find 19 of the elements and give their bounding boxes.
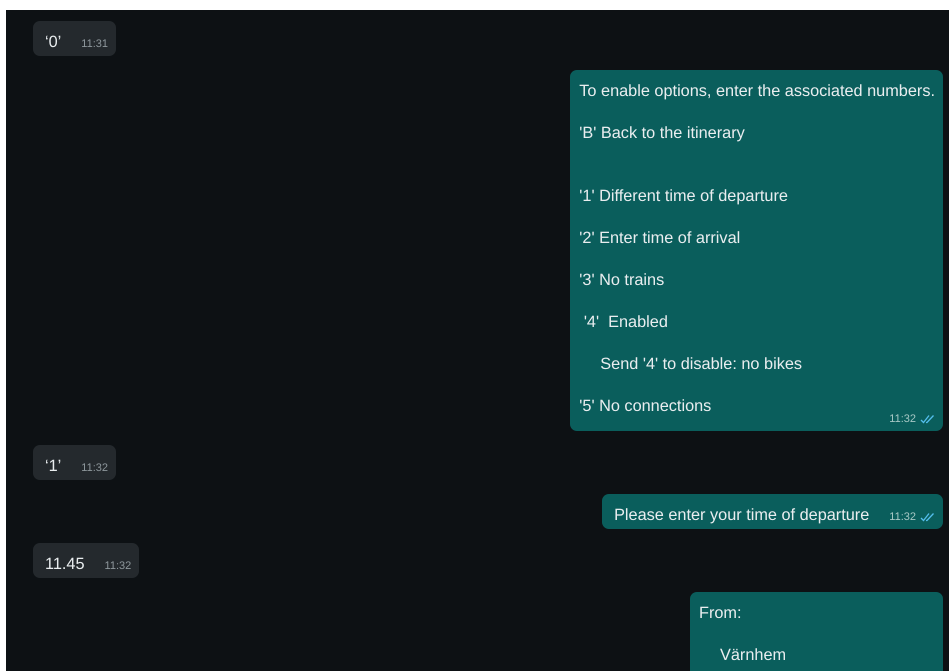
message-text: '1' Different time of departure [579,186,789,207]
message-time: 11:32 [104,560,132,572]
message-text: From: [699,603,743,624]
message-time: 11:32 [889,511,916,523]
message-time: 11:31 [81,38,108,50]
message-time: 11:32 [889,413,916,425]
message-text: 'B' Back to the itinerary [579,123,746,144]
message-text: Send '4' to disable: no bikes [599,354,804,375]
message-text: '2' Enter time of arrival [579,228,742,249]
message-text: '3' No trains [579,270,666,291]
message-text: ‘1’ [45,456,62,476]
message-text: Värnhem [719,645,788,666]
message-text: ‘0’ [45,32,62,52]
message-text: '4' Enabled [582,312,669,333]
message-text: To enable options, enter the associated numbers. [579,81,935,102]
message-text: 11.45 [45,554,85,574]
message-text: '5' No connections [579,396,712,417]
message-text: Please enter your time of departure [614,505,870,525]
message-time: 11:32 [81,462,108,474]
